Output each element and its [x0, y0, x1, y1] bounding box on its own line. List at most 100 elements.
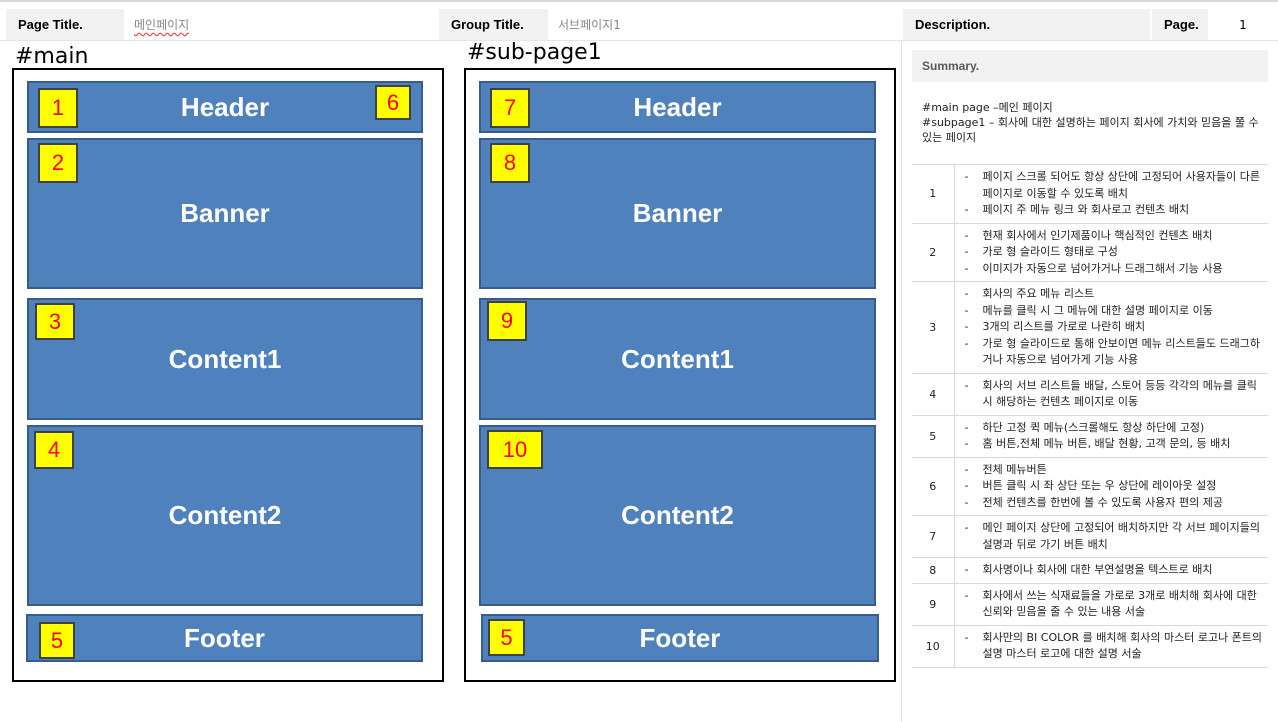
row-text: - 회사명이나 회사에 대한 부연설명을 텍스트로 배치: [954, 557, 1268, 584]
row-bullet: - 버튼 클릭 시 좌 상단 또는 우 상단에 레이아웃 설정: [963, 478, 1265, 495]
dash-bullet: -: [964, 588, 969, 602]
row-bullet: - 회사의 서브 리스트들 배달, 스토어 등등 각각의 메뉴를 클릭 시 해당하…: [963, 378, 1265, 411]
row-text: - 회사만의 BI COLOR 를 배치해 회사의 마스터 로고나 폰트의 설명 …: [954, 624, 1268, 668]
sub-badge-7: 7: [490, 88, 530, 128]
row-number: 6: [912, 456, 955, 516]
main-badge-2: 2: [38, 143, 78, 183]
row-bullet: - 가로 형 슬라이드 형태로 구성: [963, 244, 1265, 261]
dash-bullet: -: [964, 287, 969, 300]
row-bullet: - 이미지가 자동으로 넘어가거나 드래그해서 기능 사용: [963, 261, 1265, 278]
dash-bullet: -: [964, 336, 969, 350]
description-row: 5 - 하단 고정 퀵 메뉴(스크롤해도 항상 하단에 고정) - 홈 버튼,전체 메뉴…: [912, 414, 1268, 458]
description-row: 8- 회사명이나 회사에 대한 부연설명을 텍스트로 배치: [912, 557, 1268, 584]
bullet-text: 회사의 주요 메뉴 리스트: [982, 287, 1095, 300]
block-label: Footer: [639, 622, 721, 653]
sub-badge-8: 8: [490, 143, 530, 183]
description-table: 1- 페이지 스크롤 되어도 항상 상단에 고정되어 사용자들이 다른 페이지로 …: [912, 164, 1268, 668]
bullet-text: 3개의 리스트를 가로로 나란히 배치: [982, 320, 1146, 333]
page-title-field[interactable]: 메인페이지: [124, 9, 434, 40]
dash-bullet: -: [964, 420, 969, 434]
dash-bullet: -: [964, 303, 969, 317]
description-row: 3- 회사의 주요 메뉴 리스트 - 메뉴를 클릭 시 그 메뉴에 대한 설명 페이지…: [912, 281, 1268, 374]
sub-footer-block: Footer: [481, 614, 879, 662]
dash-bullet: -: [964, 462, 969, 476]
page-number: 1: [1239, 17, 1247, 32]
main-header-block: Header: [27, 81, 423, 133]
dash-bullet: -: [964, 495, 969, 509]
description-row: 9- 회사에서 쓰는 식재료들을 가로로 3개로 배치해 회사에 대한 신뢰와 믿…: [912, 582, 1268, 626]
row-bullet: - 전체 컨텐츠를 한번에 볼 수 있도록 사용자 편의 제공: [963, 495, 1265, 512]
row-text: - 회사에서 쓰는 식재료들을 가로로 3개로 배치해 회사에 대한 신뢰와 믿음…: [954, 582, 1268, 626]
page-title-value: 메인페이지: [134, 18, 190, 32]
description-label: Description.: [903, 9, 1150, 40]
summary-label: Summary.: [912, 50, 1268, 82]
bullet-text: 버튼 클릭 시 좌 상단 또는 우 상단에 레이아웃 설정: [982, 479, 1217, 492]
description-row: 10- 회사만의 BI COLOR 를 배치해 회사의 마스터 로고나 폰트의 설…: [912, 624, 1268, 668]
description-row: 7- 메인 페이지 상단에 고정되어 배치하지만 각 서브 페이지들의 설명과 뒤…: [912, 515, 1268, 558]
dash-bullet: -: [964, 170, 969, 183]
row-bullet: - 하단 고정 퀵 메뉴(스크롤해도 항상 하단에 고정): [963, 420, 1265, 437]
row-number: 5: [912, 414, 955, 458]
row-bullet: - 페이지 주 메뉴 링크 와 회사로고 컨텐츠 배치: [963, 202, 1265, 219]
main-badge-3: 3: [35, 303, 75, 340]
bullet-text: 가로 형 슬라이드로 통해 안보이면 메뉴 리스트들도 드래그하거나 자동으로 …: [982, 336, 1260, 367]
row-number: 7: [912, 515, 955, 558]
block-label: Content1: [621, 343, 734, 374]
row-number: 9: [912, 582, 955, 626]
bullet-text: 이미지가 자동으로 넘어가거나 드래그해서 기능 사용: [982, 261, 1223, 275]
block-label: Footer: [184, 622, 265, 653]
row-number: 8: [912, 557, 955, 584]
bullet-text: 회사명이나 회사에 대한 부연설명을 텍스트로 배치: [982, 563, 1213, 576]
top-border: [0, 0, 1278, 2]
bullet-text: 회사에서 쓰는 식재료들을 가로로 3개로 배치해 회사에 대한 신뢰와 믿음을…: [982, 588, 1257, 619]
main-badge-5: 5: [39, 622, 75, 659]
row-text: - 페이지 스크롤 되어도 항상 상단에 고정되어 사용자들이 다른 페이지로 이…: [954, 164, 1268, 224]
row-number: 3: [912, 281, 955, 374]
dash-bullet: -: [964, 521, 969, 534]
description-row: 2- 현재 회사에서 인기제품이나 핵심적인 컨텐츠 배치 - 가로 형 슬라이드 형…: [912, 222, 1268, 282]
dash-bullet: -: [964, 437, 969, 450]
main-banner-block: Banner: [27, 138, 423, 289]
bullet-text: 페이지 주 메뉴 링크 와 회사로고 컨텐츠 배치: [982, 203, 1190, 216]
block-label: Banner: [632, 198, 723, 228]
main-badge-1: 1: [38, 88, 78, 128]
bullet-text: 현재 회사에서 인기제품이나 핵심적인 컨텐츠 배치: [982, 228, 1213, 242]
row-bullet: - 전체 메뉴버튼: [963, 462, 1265, 479]
sub-badge-10: 10: [487, 430, 543, 469]
row-number: 4: [912, 372, 955, 416]
row-bullet: - 메뉴를 클릭 시 그 메뉴에 대한 설명 페이지로 이동: [963, 303, 1265, 320]
row-bullet: - 회사에서 쓰는 식재료들을 가로로 3개로 배치해 회사에 대한 신뢰와 믿음…: [963, 588, 1265, 621]
row-text: - 회사의 주요 메뉴 리스트 - 메뉴를 클릭 시 그 메뉴에 대한 설명 페이지로…: [954, 281, 1268, 374]
main-footer-block: Footer: [26, 614, 423, 662]
bullet-text: 회사만의 BI COLOR 를 배치해 회사의 마스터 로고나 폰트의 설명 마…: [982, 630, 1263, 661]
block-label: Header: [633, 91, 722, 122]
row-bullet: -홈 버튼,전체 메뉴 버튼, 배달 현황, 고객 문의, 등 배치: [963, 436, 1265, 453]
page-label: Page.: [1152, 9, 1208, 40]
dash-bullet: -: [964, 563, 969, 576]
row-text: - 회사의 서브 리스트들 배달, 스토어 등등 각각의 메뉴를 클릭 시 해당하…: [954, 372, 1268, 416]
bullet-text: 가로 형 슬라이드 형태로 구성: [982, 245, 1118, 258]
sub-content1-block: Content1: [479, 298, 876, 420]
dash-bullet: -: [964, 378, 969, 392]
group-title-field[interactable]: 서브페이지1: [548, 9, 898, 40]
summary-line: #main page –메인 페이지: [922, 101, 1053, 114]
sub-badge-5: 5: [488, 619, 525, 656]
row-number: 2: [912, 222, 955, 282]
dash-bullet: -: [964, 630, 969, 644]
group-title-value: 서브페이지1: [558, 18, 621, 32]
header-divider: [0, 40, 1278, 41]
main-badge-6: 6: [375, 85, 411, 120]
row-bullet: - 메인 페이지 상단에 고정되어 배치하지만 각 서브 페이지들의 설명과 뒤로…: [963, 520, 1265, 553]
main-content2-block: Content2: [27, 425, 423, 606]
page-title-label: Page Title.: [6, 9, 124, 40]
bullet-text: 전체 컨텐츠를 한번에 볼 수 있도록 사용자 편의 제공: [982, 495, 1224, 509]
main-content1-block: Content1: [27, 298, 423, 420]
description-row: 6- 전체 메뉴버튼 - 버튼 클릭 시 좌 상단 또는 우 상단에 레이아웃 설정 -…: [912, 456, 1268, 516]
bullet-text: 홈 버튼,전체 메뉴 버튼, 배달 현황, 고객 문의, 등 배치: [982, 437, 1231, 450]
row-number: 1: [912, 164, 955, 224]
dash-bullet: -: [964, 479, 969, 492]
bullet-text: 페이지 스크롤 되어도 항상 상단에 고정되어 사용자들이 다른 페이지로 이동…: [982, 170, 1260, 200]
row-bullet: - 가로 형 슬라이드로 통해 안보이면 메뉴 리스트들도 드래그하거나 자동으로…: [963, 336, 1265, 369]
block-label: Content2: [621, 500, 734, 530]
description-row: 4- 회사의 서브 리스트들 배달, 스토어 등등 각각의 메뉴를 클릭 시 해당…: [912, 372, 1268, 416]
